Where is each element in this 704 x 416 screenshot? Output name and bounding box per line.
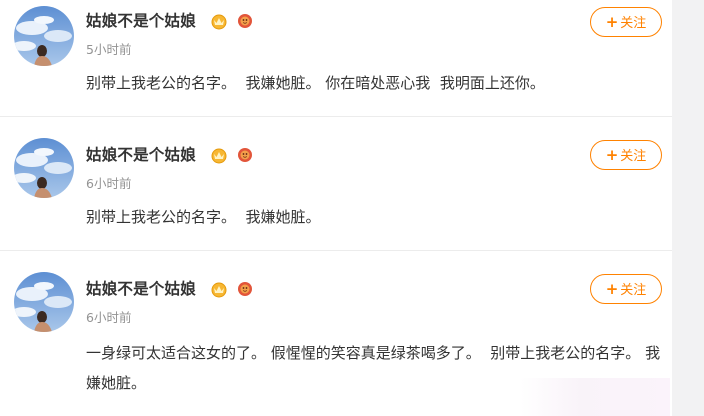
plus-icon: + xyxy=(605,280,619,298)
avatar[interactable] xyxy=(14,138,74,198)
post-content: 别带上我老公的名字。 我嫌她脏。 xyxy=(86,208,321,226)
follow-label: 关注 xyxy=(620,16,647,31)
follow-button[interactable]: + 关注 xyxy=(590,140,662,170)
post-timestamp[interactable]: 5小时前 xyxy=(86,42,131,58)
follow-button[interactable]: + 关注 xyxy=(590,274,662,304)
post-item-1: 姑娘不是个姑娘 5小时前 别带上我老公的名字。 我嫌她脏。 你在暗处恶心我 我明… xyxy=(0,0,672,116)
crown-badge-icon xyxy=(211,282,227,298)
avatar[interactable] xyxy=(14,272,74,332)
follow-label: 关注 xyxy=(620,283,647,298)
avatar-image xyxy=(14,138,74,198)
comment-feed: 姑娘不是个姑娘 5小时前 别带上我老公的名字。 我嫌她脏。 你在暗处恶心我 我明… xyxy=(0,0,672,416)
follow-button[interactable]: + 关注 xyxy=(590,7,662,37)
post-timestamp[interactable]: 6小时前 xyxy=(86,176,131,192)
red-lion-badge-icon xyxy=(238,148,252,162)
post-item-2: 姑娘不是个姑娘 6小时前 别带上我老公的名字。 我嫌她脏。 + 关注 xyxy=(0,124,672,250)
username[interactable]: 姑娘不是个姑娘 xyxy=(86,279,196,299)
right-gutter xyxy=(672,0,704,416)
avatar[interactable] xyxy=(14,6,74,66)
post-content: 别带上我老公的名字。 我嫌她脏。 你在暗处恶心我 我明面上还你。 xyxy=(86,74,545,92)
avatar-image xyxy=(14,272,74,332)
divider xyxy=(0,250,672,251)
plus-icon: + xyxy=(605,13,619,31)
red-lion-badge-icon xyxy=(238,14,252,28)
plus-icon: + xyxy=(605,146,619,164)
username[interactable]: 姑娘不是个姑娘 xyxy=(86,145,196,165)
crown-badge-icon xyxy=(211,14,227,30)
crown-badge-icon xyxy=(211,148,227,164)
avatar-image xyxy=(14,6,74,66)
username[interactable]: 姑娘不是个姑娘 xyxy=(86,11,196,31)
follow-label: 关注 xyxy=(620,149,647,164)
watermark-overlay xyxy=(520,378,670,416)
divider xyxy=(0,116,672,117)
red-lion-badge-icon xyxy=(238,282,252,296)
post-timestamp[interactable]: 6小时前 xyxy=(86,310,131,326)
